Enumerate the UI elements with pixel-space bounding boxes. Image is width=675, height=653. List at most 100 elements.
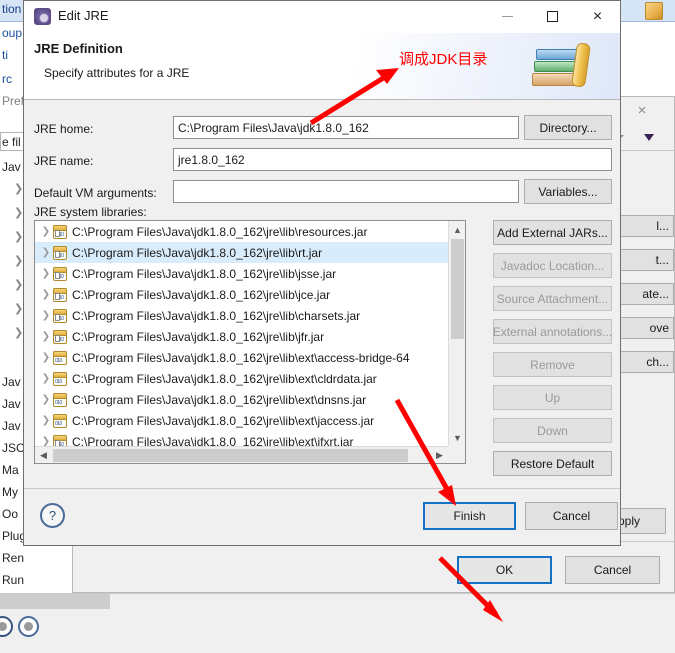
library-row[interactable]: ❯ C:\Program Files\Java\jdk1.8.0_162\jre\… xyxy=(35,284,448,305)
tree-expander-icon-3[interactable]: ❯ xyxy=(14,254,23,267)
bg-button-1[interactable]: t... xyxy=(612,249,674,271)
close-button[interactable]: × xyxy=(575,1,620,32)
library-path: C:\Program Files\Java\jdk1.8.0_162\jre\l… xyxy=(72,413,375,428)
bg-button-0[interactable]: l... xyxy=(612,215,674,237)
library-row[interactable]: ❯ C:\Program Files\Java\jdk1.8.0_162\jre\… xyxy=(35,221,448,242)
bg-button-2[interactable]: ate... xyxy=(612,283,674,305)
tree-expander-icon-1[interactable]: ❯ xyxy=(14,206,23,219)
library-row[interactable]: ❯ C:\Program Files\Java\jdk1.8.0_162\jre\… xyxy=(35,326,448,347)
preferences-cancel-button[interactable]: Cancel xyxy=(565,556,660,584)
library-path: C:\Program Files\Java\jdk1.8.0_162\jre\l… xyxy=(72,371,377,386)
chevron-right-icon[interactable]: ❯ xyxy=(39,268,53,279)
library-list[interactable]: ❯ C:\Program Files\Java\jdk1.8.0_162\jre\… xyxy=(35,221,448,446)
tree-item-12[interactable]: Oo xyxy=(2,507,18,521)
tree-expander-icon-0[interactable]: ❯ xyxy=(14,182,23,195)
libraries-horizontal-scrollbar[interactable]: ◀ ▶ xyxy=(35,446,448,463)
minimize-button[interactable] xyxy=(485,1,530,32)
library-row[interactable]: ❯ C:\Program Files\Java\jdk1.8.0_162\jre\… xyxy=(35,305,448,326)
directory-button[interactable]: Directory... xyxy=(524,115,612,140)
chevron-right-icon[interactable]: ❯ xyxy=(39,394,53,405)
libraries-vertical-scrollbar[interactable]: ▲ ▼ xyxy=(448,221,465,446)
locked-file-icon xyxy=(645,2,663,20)
jar-icon xyxy=(53,245,67,260)
status-circle-icon-2[interactable] xyxy=(18,616,39,637)
tree-item-14[interactable]: Ren xyxy=(2,551,24,565)
side-button-restore-default[interactable]: Restore Default xyxy=(493,451,612,476)
scroll-up-icon[interactable]: ▲ xyxy=(449,221,465,238)
tree-item-3[interactable]: Pref xyxy=(2,94,24,108)
tree-item-8[interactable]: Jav xyxy=(2,419,21,433)
maximize-button[interactable] xyxy=(530,1,575,32)
tree-item-10[interactable]: Ma xyxy=(2,463,19,477)
ok-button[interactable]: OK xyxy=(457,556,552,584)
tree-item-0[interactable]: oup xyxy=(2,26,22,40)
tree-item-1[interactable]: ti xyxy=(2,48,8,62)
tree-expander-icon-6[interactable]: ❯ xyxy=(14,326,23,339)
vm-arguments-input[interactable] xyxy=(173,180,519,203)
jre-system-libraries-tree[interactable]: ❯ C:\Program Files\Java\jdk1.8.0_162\jre\… xyxy=(34,220,466,464)
tree-expander-icon-5[interactable]: ❯ xyxy=(14,302,23,315)
chevron-right-icon[interactable]: ❯ xyxy=(39,310,53,321)
jar-icon xyxy=(53,266,67,281)
tree-item-11[interactable]: My xyxy=(2,485,18,499)
jre-home-input[interactable]: C:\Program Files\Java\jdk1.8.0_162 xyxy=(173,116,519,139)
tree-item-5[interactable]: Jav xyxy=(2,160,21,174)
status-circle-icon-1[interactable] xyxy=(0,616,13,637)
tree-item-4[interactable]: e fil xyxy=(2,135,21,149)
chevron-right-icon[interactable]: ❯ xyxy=(39,373,53,384)
close-icon: × xyxy=(592,7,603,25)
side-button-add-external-jars[interactable]: Add External JARs... xyxy=(493,220,612,245)
vertical-scroll-thumb[interactable] xyxy=(451,239,464,339)
jre-icon xyxy=(34,8,51,25)
tree-item-6[interactable]: Jav xyxy=(2,375,21,389)
dialog-title-bar[interactable]: Edit JRE × xyxy=(24,1,620,33)
maximize-icon xyxy=(547,11,558,22)
chevron-right-icon[interactable]: ❯ xyxy=(39,331,53,342)
library-row[interactable]: ❯ C:\Program Files\Java\jdk1.8.0_162\jre\… xyxy=(35,410,448,431)
dialog-cancel-button[interactable]: Cancel xyxy=(525,502,618,530)
library-row[interactable]: ❯ C:\Program Files\Java\jdk1.8.0_162\jre\… xyxy=(35,431,448,446)
tree-item-2[interactable]: rc xyxy=(2,72,12,86)
chevron-down-icon-2[interactable] xyxy=(644,134,654,141)
chevron-right-icon[interactable]: ❯ xyxy=(39,226,53,237)
chevron-right-icon[interactable]: ❯ xyxy=(39,415,53,426)
scroll-right-icon[interactable]: ▶ xyxy=(431,447,448,463)
library-row[interactable]: ❯ C:\Program Files\Java\jdk1.8.0_162\jre\… xyxy=(35,347,448,368)
jar-icon xyxy=(53,329,67,344)
jre-system-libraries-label: JRE system libraries: xyxy=(34,205,147,219)
dialog-heading: JRE Definition xyxy=(34,41,123,56)
variables-button[interactable]: Variables... xyxy=(524,179,612,204)
jar-plain-icon xyxy=(53,413,67,428)
library-row[interactable]: ❯ C:\Program Files\Java\jdk1.8.0_162\jre\… xyxy=(35,242,448,263)
library-path: C:\Program Files\Java\jdk1.8.0_162\jre\l… xyxy=(72,224,368,239)
help-icon[interactable]: ? xyxy=(40,503,65,528)
tree-item-15[interactable]: Run xyxy=(2,573,24,587)
scroll-down-icon[interactable]: ▼ xyxy=(449,429,465,446)
tree-expander-icon-4[interactable]: ❯ xyxy=(14,278,23,291)
finish-button[interactable]: Finish xyxy=(423,502,516,530)
tree-item-7[interactable]: Jav xyxy=(2,397,21,411)
chevron-right-icon[interactable]: ❯ xyxy=(39,436,53,446)
bg-button-4[interactable]: ch... xyxy=(612,351,674,373)
scroll-left-icon[interactable]: ◀ xyxy=(35,447,52,463)
jar-icon xyxy=(53,434,67,446)
library-path: C:\Program Files\Java\jdk1.8.0_162\jre\l… xyxy=(72,350,410,365)
close-icon[interactable]: × xyxy=(634,103,650,119)
tree-item-9[interactable]: JSC xyxy=(2,441,25,455)
tree-expander-icon-2[interactable]: ❯ xyxy=(14,230,23,243)
jar-icon xyxy=(53,224,67,239)
library-row[interactable]: ❯ C:\Program Files\Java\jdk1.8.0_162\jre\… xyxy=(35,389,448,410)
horizontal-scroll-thumb[interactable] xyxy=(53,449,408,462)
bg-button-3[interactable]: ove xyxy=(612,317,674,339)
library-row[interactable]: ❯ C:\Program Files\Java\jdk1.8.0_162\jre\… xyxy=(35,263,448,284)
jre-name-input[interactable]: jre1.8.0_162 xyxy=(173,148,612,171)
chevron-right-icon[interactable]: ❯ xyxy=(39,289,53,300)
horizontal-scrollbar[interactable] xyxy=(0,594,110,609)
dialog-body: JRE home: C:\Program Files\Java\jdk1.8.0… xyxy=(24,100,620,488)
dialog-subheading: Specify attributes for a JRE xyxy=(44,66,190,80)
jar-plain-icon xyxy=(53,350,67,365)
minimize-icon xyxy=(502,16,513,17)
library-row[interactable]: ❯ C:\Program Files\Java\jdk1.8.0_162\jre\… xyxy=(35,368,448,389)
chevron-right-icon[interactable]: ❯ xyxy=(39,352,53,363)
chevron-right-icon[interactable]: ❯ xyxy=(39,247,53,258)
